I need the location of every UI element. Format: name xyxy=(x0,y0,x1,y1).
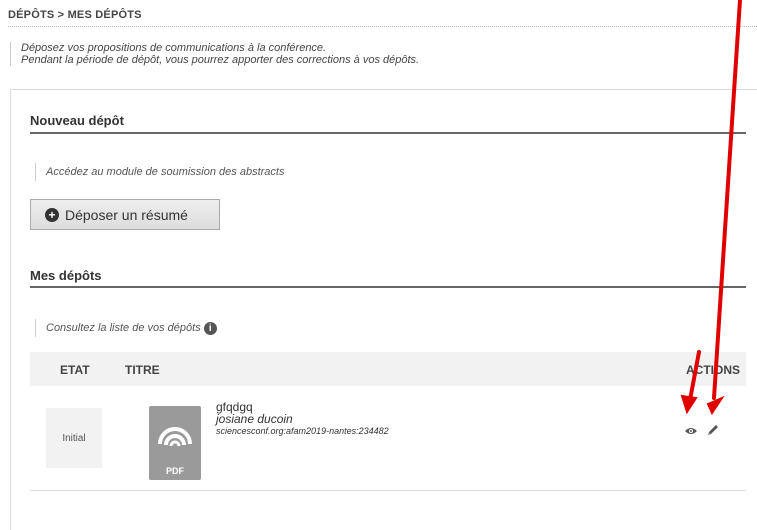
new-deposit-note: Accédez au module de soumission des abst… xyxy=(35,163,284,181)
status-badge: Initial xyxy=(46,408,102,468)
content-panel xyxy=(10,89,757,530)
deposit-docid: sciencesconf.org:afam2019-nantes:234482 xyxy=(216,426,389,436)
pdf-label: PDF xyxy=(166,466,184,476)
column-header-title: TITRE xyxy=(125,363,160,377)
table-header: ETAT TITRE ACTIONS xyxy=(30,352,746,386)
section-rule xyxy=(30,132,746,134)
section-title-my-deposits: Mes dépôts xyxy=(30,268,102,283)
info-icon[interactable]: i xyxy=(203,321,217,335)
submit-abstract-button[interactable]: + Déposer un résumé xyxy=(30,199,220,230)
pdf-file-icon[interactable]: PDF xyxy=(149,406,201,480)
eye-icon[interactable] xyxy=(684,426,698,436)
my-deposits-note: Consultez la liste de vos dépôts i xyxy=(35,319,217,337)
my-deposits-note-text: Consultez la liste de vos dépôts xyxy=(46,322,201,334)
submit-abstract-label: Déposer un résumé xyxy=(65,206,188,223)
pencil-icon[interactable] xyxy=(706,423,720,437)
plus-circle-icon: + xyxy=(45,207,59,222)
pdf-arc-icon xyxy=(158,427,192,447)
deposit-author: josiane ducoin xyxy=(216,412,293,426)
intro-line-2: Pendant la période de dépôt, vous pourre… xyxy=(21,54,420,66)
column-header-state: ETAT xyxy=(60,363,90,377)
deposit-meta: gfqdgq josiane ducoin sciencesconf.org:a… xyxy=(216,401,389,437)
intro-text: Déposez vos propositions de communicatio… xyxy=(10,42,419,66)
breadcrumb: DÉPÔTS > MES DÉPÔTS xyxy=(8,9,142,21)
breadcrumb-divider xyxy=(8,26,757,27)
row-divider xyxy=(30,490,746,491)
column-header-actions: ACTIONS xyxy=(686,363,740,377)
section-rule xyxy=(30,286,746,288)
intro-line-1: Déposez vos propositions de communicatio… xyxy=(21,42,327,54)
section-title-new-deposit: Nouveau dépôt xyxy=(30,113,124,128)
